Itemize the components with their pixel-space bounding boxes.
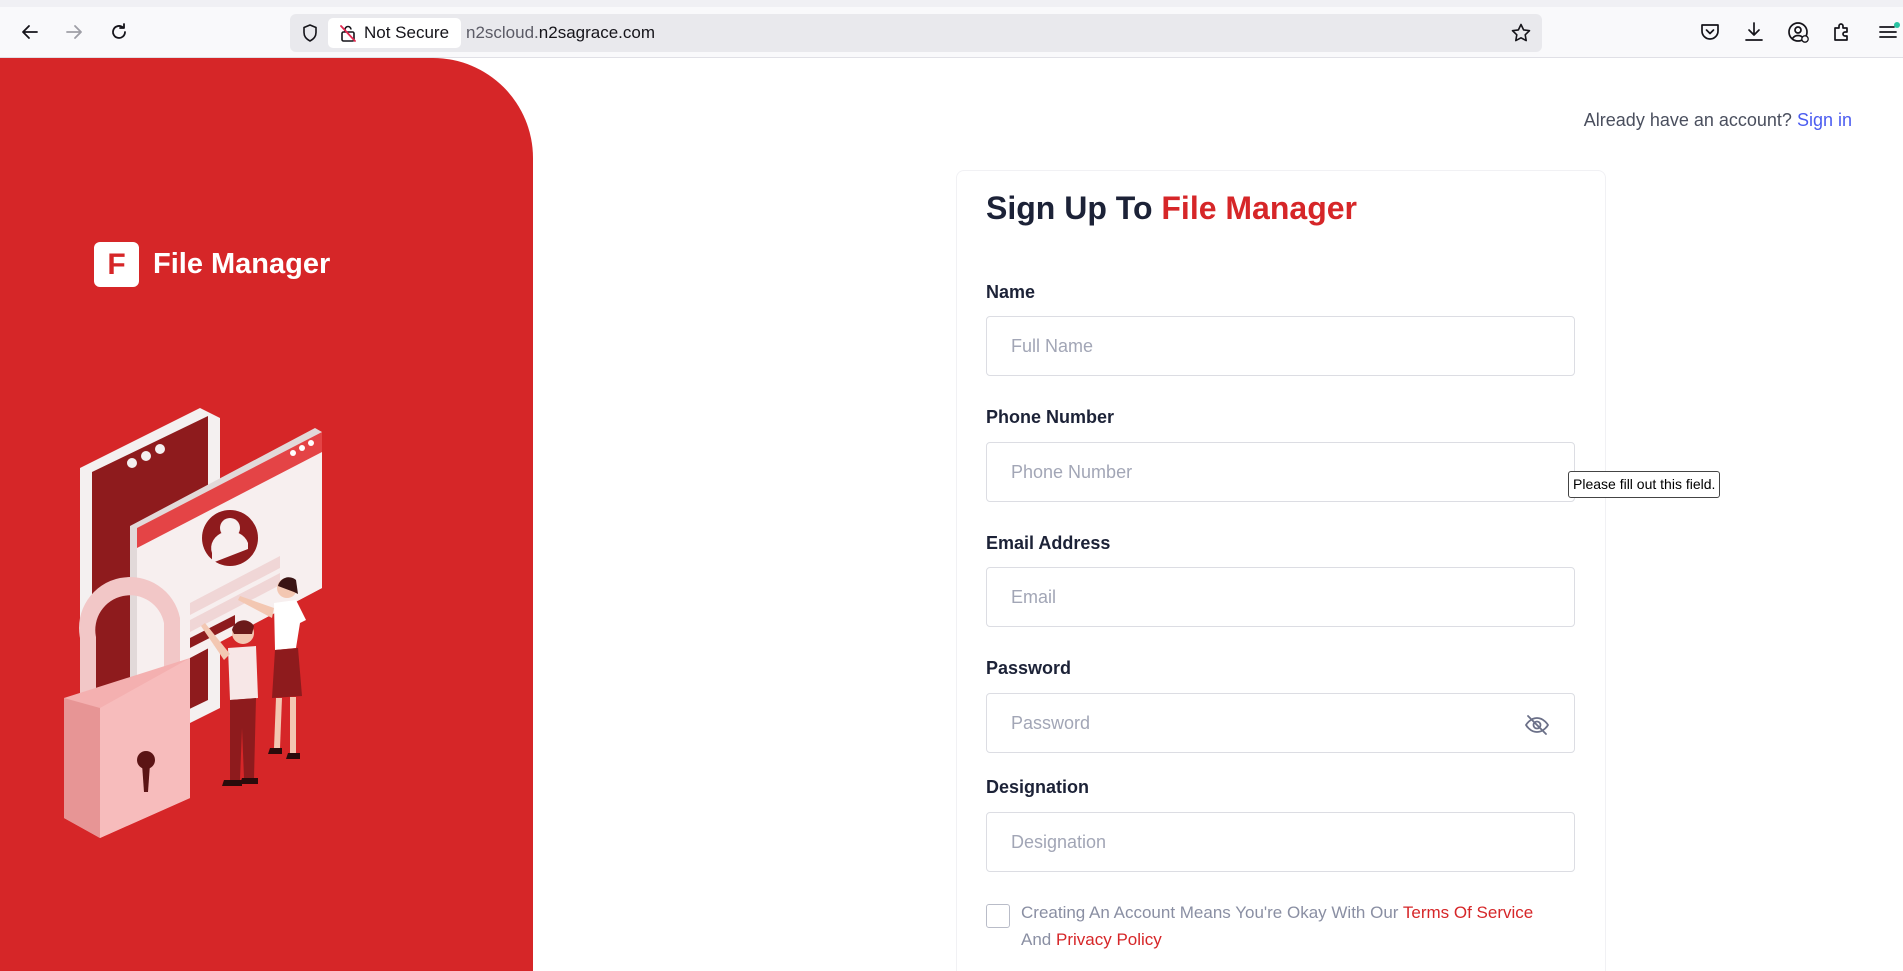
account-icon[interactable] — [1786, 20, 1810, 44]
reload-button[interactable] — [105, 18, 133, 46]
phone-label: Phone Number — [986, 407, 1115, 427]
password-input[interactable] — [986, 693, 1575, 753]
pocket-icon[interactable] — [1698, 20, 1722, 44]
url-text[interactable]: n2scloud.n2sagrace.com — [466, 23, 655, 43]
designation-input[interactable] — [986, 812, 1575, 872]
forward-button[interactable] — [60, 18, 88, 46]
reload-icon — [112, 23, 126, 39]
title-prefix: Sign Up To — [986, 190, 1153, 226]
insecure-lock-icon — [340, 25, 356, 42]
brand-logo: F — [94, 242, 139, 287]
validation-tooltip: Please fill out this field. — [1568, 471, 1721, 498]
title-accent: File Manager — [1161, 190, 1357, 226]
designation-label: Designation — [986, 777, 1090, 797]
email-input[interactable] — [986, 567, 1575, 627]
name-label: Name — [986, 282, 1036, 302]
terms-checkbox[interactable] — [986, 904, 1010, 928]
privacy-policy-link[interactable]: Privacy Policy — [1056, 930, 1162, 949]
download-icon[interactable] — [1742, 20, 1766, 44]
brand[interactable]: F File Manager — [94, 242, 330, 287]
tab-strip — [0, 0, 1903, 7]
signin-prompt: Already have an account? Sign in — [1584, 110, 1852, 131]
password-label: Password — [986, 658, 1072, 678]
terms-prefix: Creating An Account Means You're Okay Wi… — [1021, 903, 1399, 922]
url-domain: n2sagrace.com — [538, 23, 656, 42]
signin-prompt-text: Already have an account? — [1583, 110, 1792, 130]
extensions-icon[interactable] — [1830, 20, 1854, 44]
security-label: Not Secure — [364, 23, 450, 42]
signin-link[interactable]: Sign in — [1797, 110, 1852, 130]
back-button[interactable] — [16, 18, 44, 46]
email-label: Email Address — [986, 533, 1111, 553]
back-arrow-icon — [22, 25, 38, 39]
security-illustration — [64, 408, 322, 838]
terms-text: Creating An Account Means You're Okay Wi… — [1021, 899, 1581, 953]
terms-and: And — [1021, 930, 1052, 949]
terms-of-service-link[interactable]: Terms Of Service — [1403, 903, 1533, 922]
page-title: Sign Up To File Manager — [986, 190, 1357, 227]
url-prefix: n2scloud. — [466, 23, 539, 42]
menu-icon[interactable] — [1876, 20, 1900, 44]
brand-panel: F File Manager — [0, 58, 533, 971]
brand-name: File Manager — [153, 248, 331, 280]
url-bar[interactable]: Not Secure n2scloud.n2sagrace.com — [290, 14, 1542, 52]
forward-arrow-icon — [66, 25, 82, 39]
eye-slash-icon[interactable] — [1524, 712, 1550, 738]
browser-toolbar: Not Secure n2scloud.n2sagrace.com — [0, 0, 1903, 58]
bookmark-star-icon[interactable] — [1510, 22, 1532, 44]
phone-input[interactable] — [986, 442, 1575, 502]
security-indicator[interactable]: Not Secure — [328, 18, 462, 48]
shield-icon[interactable] — [300, 23, 320, 43]
name-input[interactable] — [986, 316, 1575, 376]
